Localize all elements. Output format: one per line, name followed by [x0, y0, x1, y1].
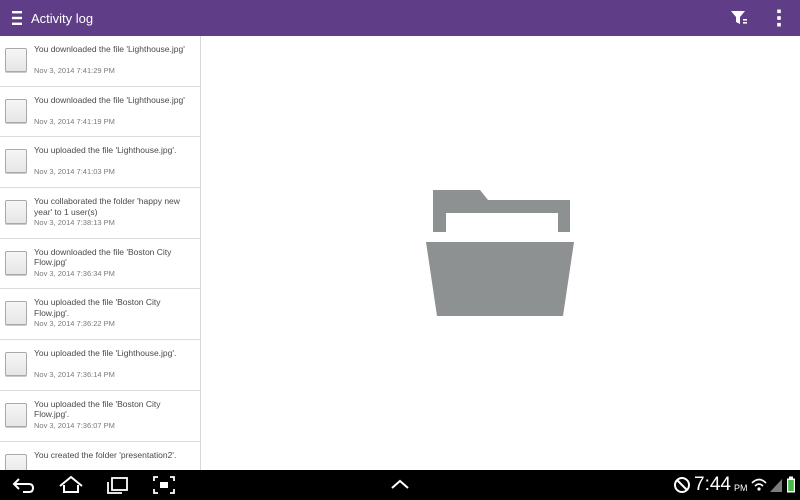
activity-item[interactable]: You uploaded the file 'Lighthouse.jpg'. … [0, 340, 200, 391]
up-chevron-icon[interactable] [388, 475, 412, 495]
back-icon[interactable] [12, 475, 36, 495]
file-thumbnail-icon [5, 453, 27, 470]
activity-description: You created the folder 'presentation2'. [34, 449, 177, 460]
no-sync-icon [674, 477, 690, 493]
activity-list[interactable]: You downloaded the file 'Lighthouse.jpg'… [0, 36, 201, 470]
activity-item[interactable]: You created the folder 'presentation2'. [0, 442, 200, 470]
activity-timestamp: Nov 3, 2014 7:36:22 PM [34, 319, 115, 329]
signal-icon [770, 479, 782, 492]
activity-description: You uploaded the file 'Lighthouse.jpg'. [34, 145, 177, 156]
battery-icon [787, 476, 795, 493]
file-thumbnail-icon [5, 149, 27, 174]
file-thumbnail-icon [5, 301, 27, 326]
activity-timestamp: Nov 3, 2014 7:36:34 PM [34, 268, 115, 278]
activity-item[interactable]: You uploaded the file 'Lighthouse.jpg'. … [0, 137, 200, 189]
recent-apps-icon[interactable] [105, 475, 129, 495]
activity-description: You downloaded the file 'Lighthouse.jpg' [34, 44, 185, 54]
activity-item[interactable]: You uploaded the file 'Boston City Flow.… [0, 391, 200, 442]
activity-item[interactable]: You collaborated the folder 'happy new y… [0, 188, 200, 239]
clock-ampm: PM [734, 483, 748, 493]
file-thumbnail-icon [5, 250, 27, 275]
overflow-menu-icon[interactable] [764, 0, 794, 36]
activity-item[interactable]: You downloaded the file 'Boston City Flo… [0, 239, 200, 290]
activity-timestamp: Nov 3, 2014 7:38:13 PM [34, 218, 115, 228]
hamburger-icon[interactable] [4, 0, 30, 36]
file-thumbnail-icon [5, 48, 27, 72]
clock-time: 7:44 [694, 474, 731, 495]
activity-description: You uploaded the file 'Boston City Flow.… [34, 297, 161, 318]
activity-timestamp: Nov 3, 2014 7:41:03 PM [34, 167, 115, 177]
system-navigation-bar: 7:44 PM [0, 470, 800, 500]
activity-description: You downloaded the file 'Boston City Flo… [34, 246, 172, 268]
home-icon[interactable] [58, 475, 84, 495]
app-window: Activity log You downloaded the file 'Li… [0, 0, 800, 500]
activity-item[interactable]: You uploaded the file 'Boston City Flow.… [0, 289, 200, 341]
file-thumbnail-icon [5, 200, 27, 225]
file-thumbnail-icon [5, 98, 27, 123]
activity-timestamp: Nov 3, 2014 7:41:19 PM [34, 116, 115, 126]
activity-description: You uploaded the file 'Lighthouse.jpg'. [34, 348, 177, 359]
activity-description: You uploaded the file 'Boston City Flow.… [34, 398, 161, 420]
file-thumbnail-icon [5, 402, 27, 427]
open-folder-icon [426, 190, 574, 316]
activity-timestamp: Nov 3, 2014 7:41:29 PM [34, 66, 115, 75]
file-thumbnail-icon [5, 352, 27, 377]
wifi-icon [751, 478, 767, 491]
activity-timestamp: Nov 3, 2014 7:36:14 PM [34, 370, 115, 380]
activity-timestamp: Nov 3, 2014 7:36:07 PM [34, 420, 115, 430]
detail-pane [201, 36, 800, 470]
page-title: Activity log [31, 10, 94, 26]
activity-description: You collaborated the folder 'happy new y… [34, 196, 180, 217]
activity-item[interactable]: You downloaded the file 'Lighthouse.jpg'… [0, 87, 200, 138]
screenshot-icon[interactable] [152, 475, 176, 495]
filter-icon[interactable] [724, 0, 754, 36]
activity-description: You downloaded the file 'Lighthouse.jpg' [34, 94, 185, 105]
action-bar: Activity log [0, 0, 800, 36]
activity-item[interactable]: You downloaded the file 'Lighthouse.jpg'… [0, 36, 200, 87]
